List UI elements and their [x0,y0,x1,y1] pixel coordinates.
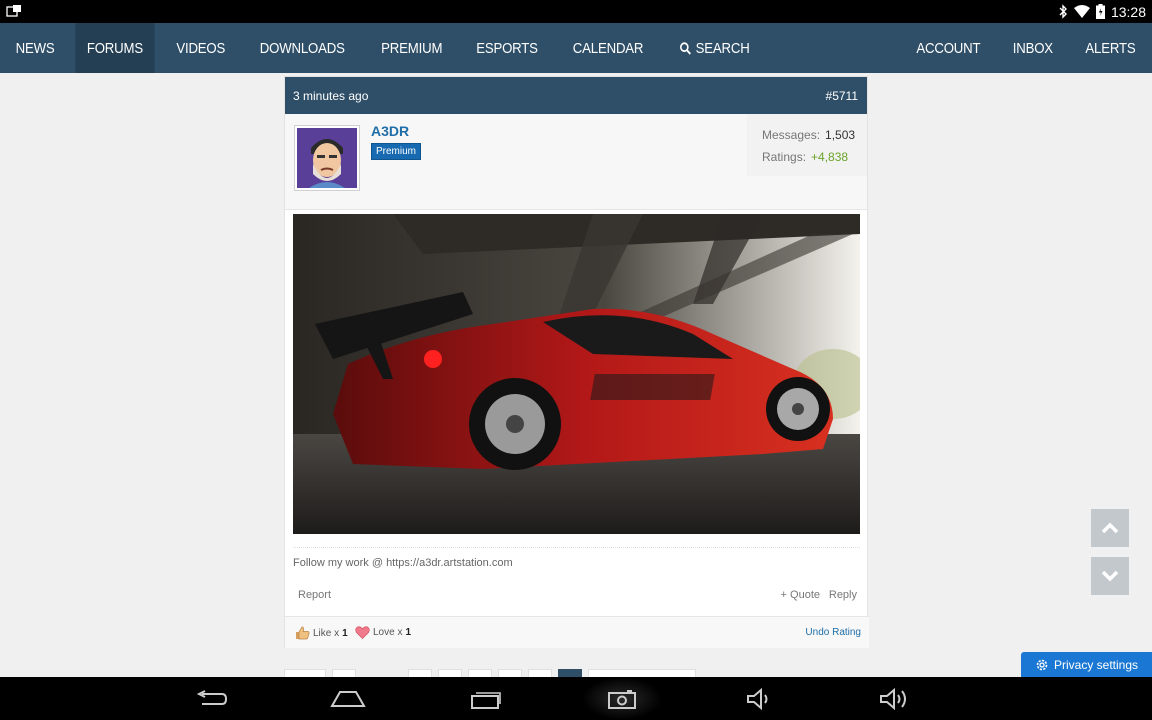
ratings-bar: Like x 1 Love x 1 Undo Rating [285,616,869,648]
nav-search[interactable]: SEARCH [668,23,761,73]
pager-page[interactable] [408,669,432,677]
post-number[interactable]: #5711 [826,89,858,103]
scroll-to-bottom-button[interactable] [1091,557,1129,595]
love-rating[interactable]: Love x 1 [355,626,411,639]
status-time: 13:28 [1110,3,1146,20]
gear-icon [1036,659,1048,670]
chevron-down-icon [1101,570,1119,582]
pager-page[interactable] [468,669,492,677]
search-icon [679,41,691,55]
home-button[interactable] [330,685,366,713]
report-link[interactable]: Report [298,589,331,601]
like-count: 1 [342,627,348,639]
pager-page[interactable] [528,669,552,677]
pager-gap [362,669,402,677]
messages-count[interactable]: 1,503 [825,128,855,150]
post-actions: Report + Quote Reply [285,587,869,607]
premium-badge: Premium [371,143,422,160]
forum-post: 3 minutes ago #5711 A3DR Premium Message… [284,76,869,648]
pager-page[interactable] [438,669,462,677]
bluetooth-icon [1059,4,1067,19]
android-navigation-bar [0,677,1152,720]
reply-link[interactable]: Reply [829,589,857,601]
post-time[interactable]: 3 minutes ago [293,89,368,103]
heart-icon [355,626,370,639]
quote-link[interactable]: + Quote [781,589,820,601]
back-button[interactable] [194,685,230,713]
post-header: 3 minutes ago #5711 [285,77,867,114]
undo-rating-link[interactable]: Undo Rating [805,627,861,638]
nav-news[interactable]: NEWS [4,23,66,73]
signature-divider [293,547,860,548]
volume-up-icon [880,688,906,710]
nav-esports[interactable]: ESPORTS [465,23,549,73]
nav-inbox[interactable]: INBOX [1002,23,1065,73]
volume-down-button[interactable] [740,685,776,713]
nav-calendar[interactable]: CALENDAR [562,23,655,73]
like-rating[interactable]: Like x 1 [295,626,348,640]
home-icon [330,691,366,707]
privacy-settings-label: Privacy settings [1054,657,1139,672]
ratings-label: Ratings: [762,150,807,164]
recent-apps-icon [471,692,501,709]
love-label: Love x [373,627,403,638]
volume-up-button[interactable] [876,685,912,713]
thumbs-up-icon [296,626,310,640]
battery-icon [1095,4,1105,19]
screenshot-button[interactable] [604,685,640,713]
wifi-icon [1073,5,1090,18]
love-count: 1 [405,627,412,638]
nav-forums[interactable]: FORUMS [75,23,155,73]
nav-alerts[interactable]: ALERTS [1074,23,1147,73]
pager-prev[interactable] [284,669,326,677]
ratings-count: +4,838 [811,150,849,164]
screenshot-notification-icon [6,5,21,17]
username[interactable]: A3DR [371,123,409,139]
race-car-render [293,214,860,534]
pager-page[interactable] [498,669,522,677]
user-stats: Messages: 1,503 Ratings: +4,838 [747,114,867,176]
like-label: Like x [313,627,340,639]
status-bar: 13:28 [0,0,1152,23]
privacy-settings-button[interactable]: Privacy settings [1021,652,1152,677]
top-navigation: NEWS FORUMS VIDEOS DOWNLOADS PREMIUM ESP… [0,23,1152,73]
back-icon [196,690,228,705]
user-block: A3DR Premium Messages: 1,503 Ratings: +4… [285,114,867,210]
scroll-to-top-button[interactable] [1091,509,1129,547]
signature[interactable]: Follow my work @ https://a3dr.artstation… [293,557,513,569]
post-image[interactable] [293,214,860,534]
volume-down-icon [747,688,768,710]
nav-search-label: SEARCH [695,39,750,57]
nav-premium[interactable]: PREMIUM [370,23,454,73]
nav-downloads[interactable]: DOWNLOADS [249,23,357,73]
pager-page[interactable] [332,669,356,677]
nav-videos[interactable]: VIDEOS [165,23,237,73]
messages-label: Messages: [762,128,821,142]
avatar-image [297,128,357,188]
camera-icon [608,690,636,709]
pager-next[interactable] [588,669,696,677]
status-icons: 13:28 [1058,2,1146,21]
recent-apps-button[interactable] [468,685,504,713]
avatar[interactable] [294,125,360,191]
pagination [284,669,696,677]
pager-current-page[interactable] [558,669,582,677]
nav-account[interactable]: ACCOUNT [905,23,992,73]
chevron-up-icon [1101,522,1119,534]
